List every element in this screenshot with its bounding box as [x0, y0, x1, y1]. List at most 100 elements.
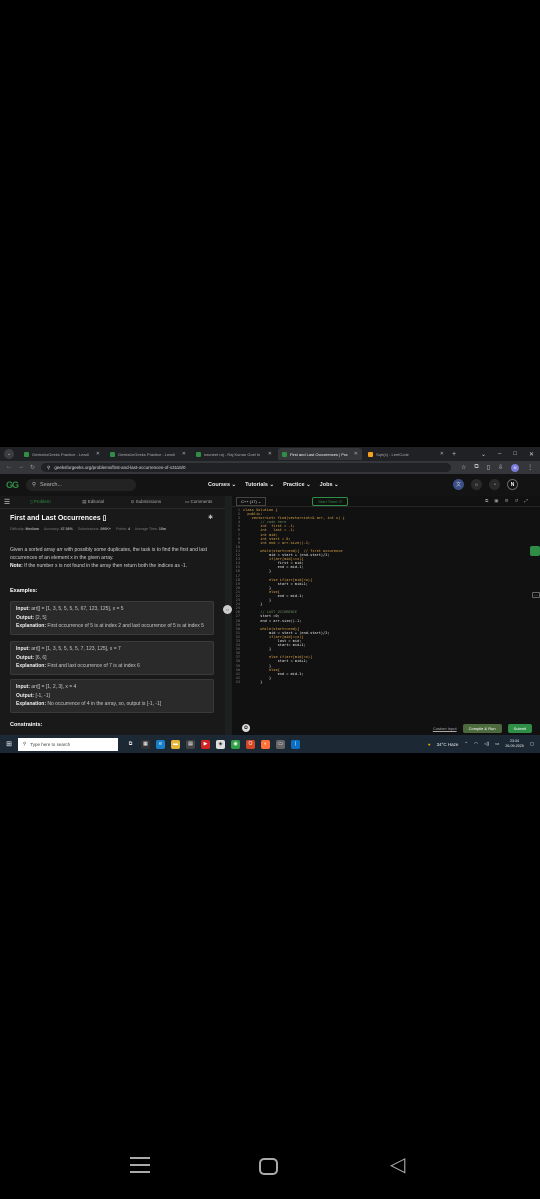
sidebar-icon[interactable]: ▯ — [487, 464, 490, 471]
tab-submissions[interactable]: ⊙ Submissions — [120, 499, 173, 505]
site-search-input[interactable]: ⚲ Search... — [26, 479, 137, 491]
browser-tab[interactable]: GeeksforGeeks Practice - Leadi ✕ — [106, 448, 190, 460]
home-icon[interactable] — [259, 1158, 278, 1175]
chat-fab-icon[interactable] — [530, 546, 540, 556]
weather-text[interactable]: 34°C Haze — [437, 742, 459, 747]
network-icon[interactable]: ◠ — [474, 741, 478, 747]
firefox-icon[interactable]: ◐ — [261, 739, 270, 749]
downloads-icon[interactable]: ⇩ — [498, 464, 503, 471]
vscode-icon[interactable]: ⟩ — [291, 739, 300, 749]
files-icon[interactable]: ▭ — [276, 739, 285, 749]
taskbar-search-input[interactable]: ⚲ Type here to search — [18, 737, 118, 751]
close-tab-icon[interactable]: ✕ — [96, 451, 100, 457]
brave-icon[interactable]: ◈ — [216, 739, 225, 749]
close-tab-icon[interactable]: ✕ — [268, 451, 272, 457]
youtube-icon[interactable]: ▶ — [201, 739, 210, 749]
edge-icon[interactable]: e — [156, 739, 165, 749]
problem-tabs: ☰ ▯ Problem ▤ Editorial ⊙ Submissions ▭ … — [0, 496, 225, 509]
weather-icon[interactable]: ● — [428, 742, 431, 747]
problem-meta: Difficulty: Medium Accuracy: 37.36% Subm… — [10, 527, 167, 531]
notification-icon[interactable]: ◔ — [489, 479, 500, 490]
editor-actions: ✿ Custom Input Compile & Run Submit — [232, 721, 540, 735]
task-view-icon[interactable]: ⧉ — [126, 740, 135, 749]
browser-tab[interactable]: First and Last Occurrences | Pra ✕ — [278, 448, 362, 460]
custom-input-button[interactable]: Custom Input — [433, 726, 457, 731]
recent-apps-icon[interactable] — [130, 1157, 150, 1173]
gfg-logo[interactable]: GG — [6, 480, 19, 490]
profile-avatar[interactable]: N — [511, 463, 520, 472]
close-tab-icon[interactable]: ✕ — [440, 451, 444, 457]
address-bar-row: ← → ↻ ⚲ geeksforgeeks.org/problems/first… — [0, 461, 540, 474]
minimize-icon[interactable]: – — [498, 451, 501, 457]
line-number: 43 — [235, 679, 240, 684]
extensions-icon[interactable]: ⧉ — [474, 464, 478, 471]
nav-link-jobs[interactable]: Jobs ⌄ — [320, 482, 339, 488]
office-icon[interactable]: O — [246, 739, 255, 749]
nav-link-tutorials[interactable]: Tutorials ⌄ — [245, 482, 274, 488]
back-icon[interactable]: ← — [6, 464, 12, 471]
nav-link-courses[interactable]: Courses ⌄ — [208, 482, 236, 488]
ai-assistant-icon[interactable]: ✿ — [242, 724, 250, 732]
compile-run-button[interactable]: Compile & Run — [462, 723, 502, 733]
tab-problem[interactable]: ▯ Problem — [14, 499, 67, 505]
theme-toggle-icon[interactable]: ☼ — [471, 479, 482, 490]
tab-comments[interactable]: ▭ Comments — [172, 499, 225, 505]
system-tray: ● 34°C Haze ⌃ ◠ ◁) ▭ 23:34 26-09-2025 ▢ — [428, 735, 534, 753]
fullscreen-icon[interactable]: ⤢ — [524, 498, 528, 504]
settings-icon[interactable]: ⚙ — [505, 498, 509, 504]
desktop-screenshot: ⌄ GeeksforGeeks Practice - Leadi ✕ Geeksfo… — [0, 447, 540, 753]
browser-menu-icon[interactable]: ⋮ — [527, 464, 533, 471]
battery-icon[interactable]: ▭ — [495, 741, 499, 747]
copy-icon[interactable]: ⧉ — [485, 498, 488, 504]
bookmark-star-icon[interactable]: ☆ — [461, 464, 466, 471]
android-nav-bar: ◁ — [0, 1145, 540, 1185]
tray-overflow-icon[interactable]: ⌃ — [464, 741, 468, 747]
language-select[interactable]: C++ (17) ⌄ — [236, 496, 267, 506]
tab-search-icon[interactable]: ⌄ — [4, 449, 14, 459]
report-bug-icon[interactable]: ✱ — [208, 514, 213, 521]
back-nav-icon[interactable]: ◁ — [390, 1155, 405, 1175]
notifications-icon[interactable]: ▢ — [530, 741, 534, 747]
chrome-icon[interactable]: ◉ — [231, 739, 240, 749]
reset-icon[interactable]: ↺ — [515, 498, 519, 504]
store-icon[interactable]: ▤ — [186, 739, 195, 749]
new-tab-icon[interactable]: + — [452, 451, 456, 458]
clock[interactable]: 23:34 26-09-2025 — [505, 739, 523, 749]
bookmark-icon[interactable]: ▯ — [101, 515, 107, 522]
constraints-heading: Constraints: — [10, 722, 43, 728]
user-avatar[interactable]: N — [507, 479, 518, 490]
browser-tab[interactable]: Sqrt(x) - LeetCode ✕ — [364, 448, 448, 460]
volume-icon[interactable]: ◁) — [484, 741, 489, 747]
tab-label: First and Last Occurrences | Pra — [290, 451, 348, 457]
close-tab-icon[interactable]: ✕ — [354, 451, 358, 457]
site-nav-links: Courses ⌄ Tutorials ⌄ Practice ⌄ Jobs ⌄ — [208, 474, 339, 496]
file-explorer-icon[interactable]: ▬ — [171, 739, 180, 749]
submit-button[interactable]: Submit — [507, 723, 532, 733]
site-info-icon[interactable]: ⚲ — [47, 465, 50, 471]
language-icon[interactable]: 文 — [453, 479, 464, 490]
taskbar-apps: ⧉ ▦ e ▬ ▤ ▶ ◈ ◉ O ◐ ▭ ⟩ — [126, 739, 300, 749]
nav-link-practice[interactable]: Practice ⌄ — [283, 482, 311, 488]
problem-list-menu-icon[interactable]: ☰ — [0, 498, 14, 506]
reload-icon[interactable]: ↻ — [30, 464, 35, 471]
windows-start-icon[interactable]: ⊞ — [3, 740, 15, 748]
maximize-icon[interactable]: □ — [513, 451, 517, 457]
forward-icon[interactable]: → — [18, 464, 24, 471]
editor-toolbar: C++ (17) ⌄ Start Timer ⊙ ⧉ ▣ ⚙ ↺ ⤢ — [232, 496, 540, 507]
more-options-icon[interactable]: ··· — [532, 592, 540, 598]
start-timer-button[interactable]: Start Timer ⊙ — [312, 496, 349, 506]
browser-tab[interactable]: GeeksforGeeks Practice - Leadi ✕ — [20, 448, 104, 460]
close-tab-icon[interactable]: ✕ — [182, 451, 186, 457]
tab-editorial[interactable]: ▤ Editorial — [67, 499, 120, 505]
widgets-icon[interactable]: ▦ — [141, 739, 150, 749]
close-window-icon[interactable]: ✕ — [529, 451, 534, 458]
browser-tab[interactable]: navneet raj - Raj Kumar Goel In ✕ — [192, 448, 276, 460]
dropdown-icon[interactable]: ⌄ — [481, 451, 486, 458]
code-editor-panel: C++ (17) ⌄ Start Timer ⊙ ⧉ ▣ ⚙ ↺ ⤢ 1 clas… — [232, 496, 540, 735]
code-area[interactable]: 1 class Solution {2 public: 3 vector<int> … — [232, 508, 532, 720]
url-field[interactable]: ⚲ geeksforgeeks.org/problems/first-and-l… — [41, 463, 452, 472]
problem-panel: ☰ ▯ Problem ▤ Editorial ⊙ Submissions ▭ … — [0, 496, 225, 735]
panel-resize-handle[interactable]: ⇔ — [223, 605, 232, 614]
gfg-favicon — [282, 451, 287, 457]
save-icon[interactable]: ▣ — [494, 498, 498, 504]
